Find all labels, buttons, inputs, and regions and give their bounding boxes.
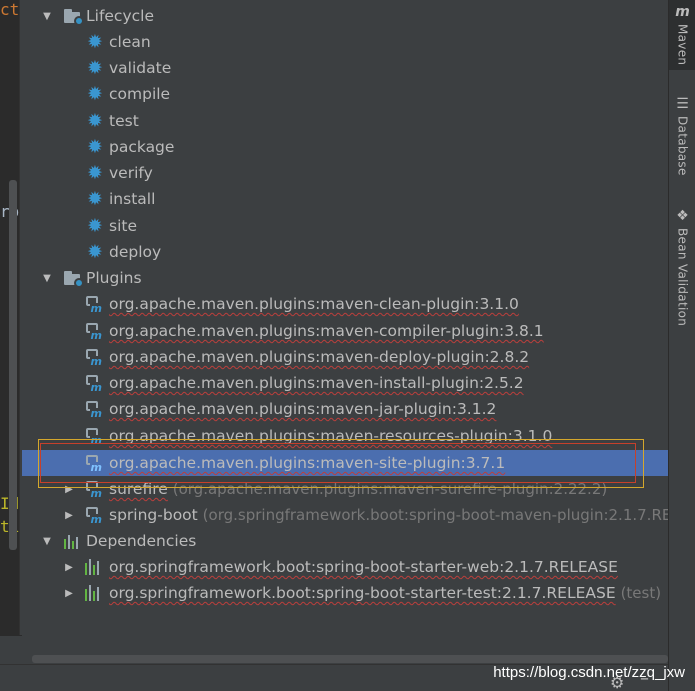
phase-label: deploy bbox=[109, 243, 162, 261]
plugin-short-name: spring-boot bbox=[109, 506, 198, 524]
lifecycle-phase[interactable]: ✹ site bbox=[22, 213, 668, 239]
gear-icon: ✹ bbox=[87, 31, 103, 53]
watermark-text: https://blog.csdn.net/zzq_jxw bbox=[493, 664, 685, 681]
tool-window-maven[interactable]: m Maven bbox=[669, 0, 695, 70]
maven-plugin-icon: m bbox=[85, 400, 103, 419]
dependency-label: org.springframework.boot:spring-boot-sta… bbox=[109, 558, 618, 576]
gear-icon: ✹ bbox=[87, 136, 103, 158]
maven-project-tree: ▼ Lifecycle ✹ clean ✹ validate ✹ compile… bbox=[22, 0, 668, 650]
dependency-name: org.springframework.boot:spring-boot-sta… bbox=[109, 584, 616, 602]
database-icon: ☰ bbox=[676, 96, 689, 112]
plugin-label: org.apache.maven.plugins:maven-install-p… bbox=[109, 374, 524, 392]
dependency-icon bbox=[85, 584, 103, 602]
plugin-label: org.apache.maven.plugins:maven-clean-plu… bbox=[109, 295, 519, 313]
maven-plugin-icon: m bbox=[85, 480, 103, 499]
maven-plugin-icon: m bbox=[85, 322, 103, 341]
plugin-coordinates: (org.apache.maven.plugins:maven-surefire… bbox=[172, 480, 608, 498]
code-fragment: ct bbox=[0, 0, 20, 19]
plugin-label-with-detail: spring-boot (org.springframework.boot:sp… bbox=[109, 506, 668, 524]
plugin-item-spring-boot[interactable]: ▶ m spring-boot (org.springframework.boo… bbox=[22, 502, 668, 528]
plugin-coordinates: (org.springframework.boot:spring-boot-ma… bbox=[202, 506, 668, 524]
tool-window-label: Database bbox=[675, 116, 690, 176]
tree-node-dependencies[interactable]: ▼ Dependencies bbox=[22, 528, 668, 554]
expand-arrow-icon[interactable]: ▼ bbox=[40, 534, 54, 548]
lifecycle-phase[interactable]: ✹ deploy bbox=[22, 239, 668, 265]
gear-icon: ✹ bbox=[87, 215, 103, 237]
plugin-item[interactable]: m org.apache.maven.plugins:maven-install… bbox=[22, 370, 668, 396]
phase-label: validate bbox=[109, 59, 172, 77]
plugin-item[interactable]: m org.apache.maven.plugins:maven-resourc… bbox=[22, 423, 668, 449]
dependency-item[interactable]: ▶ org.springframework.boot:spring-boot-s… bbox=[22, 554, 668, 580]
lifecycle-phase[interactable]: ✹ verify bbox=[22, 160, 668, 186]
tree-node-lifecycle[interactable]: ▼ Lifecycle bbox=[22, 3, 668, 29]
collapse-arrow-icon[interactable]: ▶ bbox=[62, 586, 76, 600]
maven-plugin-icon: m bbox=[85, 295, 103, 314]
lifecycle-folder-icon bbox=[64, 7, 84, 26]
tree-node-label: Lifecycle bbox=[86, 7, 154, 25]
plugin-label: org.apache.maven.plugins:maven-resources… bbox=[109, 427, 553, 445]
gear-icon: ✹ bbox=[87, 241, 103, 263]
plugin-label: org.apache.maven.plugins:maven-jar-plugi… bbox=[109, 400, 497, 418]
lifecycle-phase[interactable]: ✹ clean bbox=[22, 29, 668, 55]
lifecycle-phase[interactable]: ✹ package bbox=[22, 134, 668, 160]
maven-plugin-icon: m bbox=[85, 454, 103, 473]
phase-label: clean bbox=[109, 33, 151, 51]
dependency-item[interactable]: ▶ org.springframework.boot:spring-boot-s… bbox=[22, 580, 668, 606]
maven-plugin-icon: m bbox=[85, 374, 103, 393]
plugins-folder-icon bbox=[64, 269, 84, 288]
horizontal-scrollbar[interactable] bbox=[32, 655, 668, 663]
bean-validation-icon: ❖ bbox=[676, 208, 689, 224]
tool-window-label: Bean Validation bbox=[675, 228, 690, 327]
collapse-arrow-icon[interactable]: ▶ bbox=[62, 482, 76, 496]
tree-node-label: Dependencies bbox=[86, 532, 197, 550]
plugin-item-surefire[interactable]: ▶ m surefire (org.apache.maven.plugins:m… bbox=[22, 476, 668, 502]
gear-icon: ✹ bbox=[87, 188, 103, 210]
phase-label: test bbox=[109, 112, 139, 130]
plugin-label-with-detail: surefire (org.apache.maven.plugins:maven… bbox=[109, 480, 607, 498]
expand-arrow-icon[interactable]: ▼ bbox=[40, 271, 54, 285]
expand-arrow-icon[interactable]: ▼ bbox=[40, 9, 54, 23]
dependency-label-with-scope: org.springframework.boot:spring-boot-sta… bbox=[109, 584, 661, 602]
gear-icon: ✹ bbox=[87, 110, 103, 132]
maven-plugin-icon: m bbox=[85, 427, 103, 446]
phase-label: verify bbox=[109, 164, 153, 182]
tool-window-database[interactable]: ☰ Database bbox=[669, 96, 695, 186]
editor-gutter: ct ro Id ti bbox=[0, 0, 20, 635]
tree-node-plugins[interactable]: ▼ Plugins bbox=[22, 265, 668, 291]
phase-label: install bbox=[109, 190, 156, 208]
lifecycle-phase[interactable]: ✹ compile bbox=[22, 81, 668, 107]
lifecycle-phase[interactable]: ✹ test bbox=[22, 108, 668, 134]
gear-icon: ✹ bbox=[87, 162, 103, 184]
dependency-scope: (test) bbox=[620, 584, 662, 602]
dependencies-folder-icon bbox=[64, 532, 82, 550]
plugin-short-name: surefire bbox=[109, 480, 168, 498]
maven-icon: m bbox=[675, 4, 690, 20]
phase-label: compile bbox=[109, 85, 171, 103]
lifecycle-phase[interactable]: ✹ validate bbox=[22, 55, 668, 81]
gear-icon: ✹ bbox=[87, 57, 103, 79]
plugin-label: org.apache.maven.plugins:maven-compiler-… bbox=[109, 322, 544, 340]
lifecycle-phase[interactable]: ✹ install bbox=[22, 186, 668, 212]
plugin-item[interactable]: m org.apache.maven.plugins:maven-deploy-… bbox=[22, 344, 668, 370]
gear-icon: ✹ bbox=[87, 83, 103, 105]
dependency-icon bbox=[85, 558, 103, 576]
editor-scrollbar[interactable] bbox=[9, 180, 17, 550]
plugin-label: org.apache.maven.plugins:maven-site-plug… bbox=[109, 454, 506, 472]
phase-label: package bbox=[109, 138, 175, 156]
collapse-arrow-icon[interactable]: ▶ bbox=[62, 560, 76, 574]
tool-window-label: Maven bbox=[675, 24, 690, 66]
maven-plugin-icon: m bbox=[85, 506, 103, 525]
plugin-item[interactable]: m org.apache.maven.plugins:maven-compile… bbox=[22, 318, 668, 344]
tool-window-bean-validation[interactable]: ❖ Bean Validation bbox=[669, 208, 695, 333]
collapse-arrow-icon[interactable]: ▶ bbox=[62, 508, 76, 522]
plugin-item[interactable]: m org.apache.maven.plugins:maven-jar-plu… bbox=[22, 396, 668, 422]
tool-window-strip: m Maven ☰ Database ❖ Bean Validation bbox=[668, 0, 695, 691]
tree-node-label: Plugins bbox=[86, 269, 142, 287]
maven-plugin-icon: m bbox=[85, 348, 103, 367]
phase-label: site bbox=[109, 217, 137, 235]
plugin-item-selected[interactable]: m org.apache.maven.plugins:maven-site-pl… bbox=[22, 450, 668, 476]
plugin-item[interactable]: m org.apache.maven.plugins:maven-clean-p… bbox=[22, 291, 668, 317]
plugin-label: org.apache.maven.plugins:maven-deploy-pl… bbox=[109, 348, 530, 366]
